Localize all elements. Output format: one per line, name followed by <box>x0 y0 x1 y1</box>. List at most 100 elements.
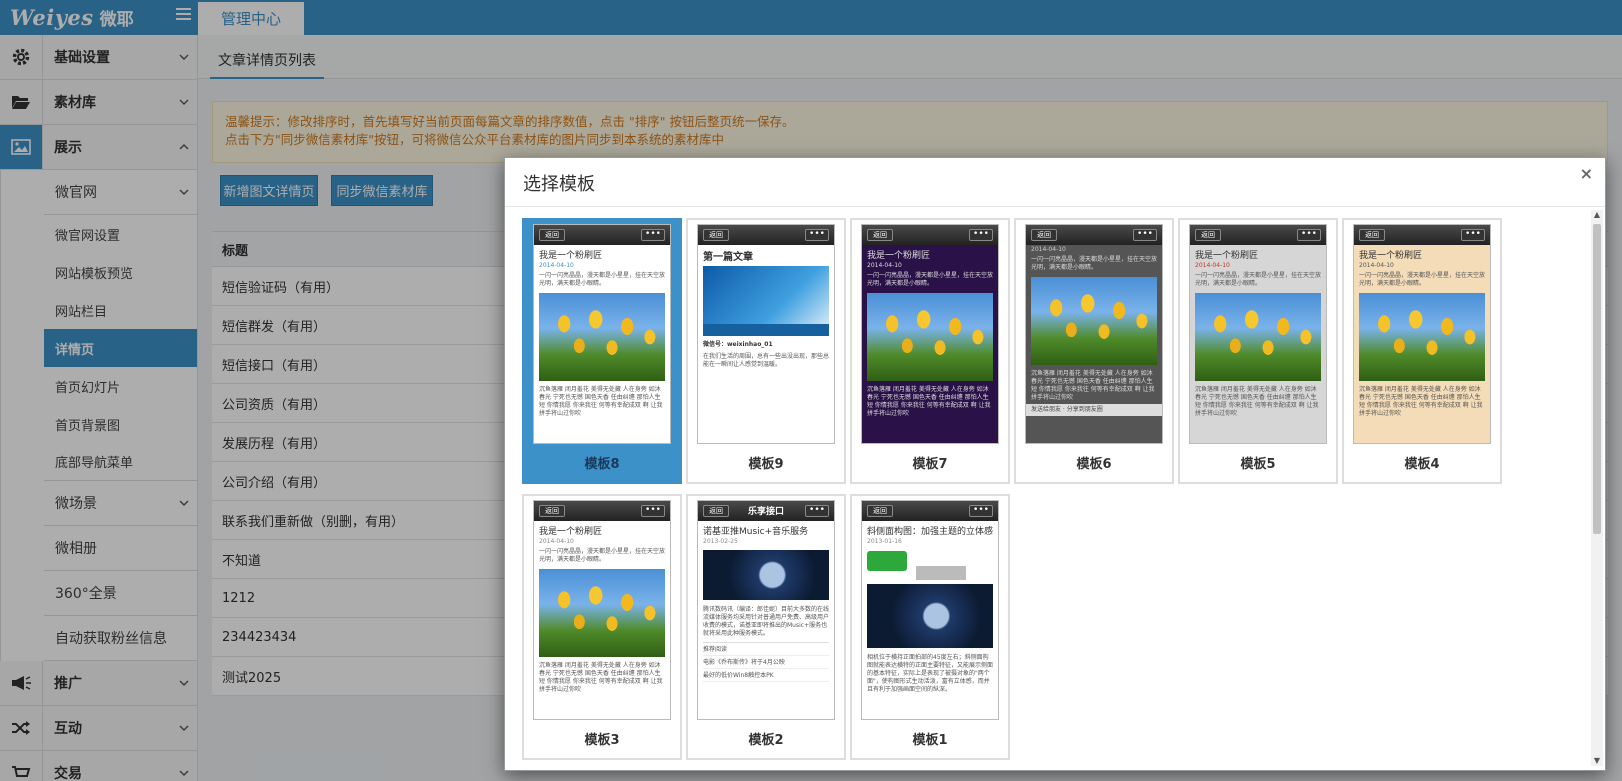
tulip-image <box>1195 293 1321 381</box>
more-icon: ••• <box>969 229 993 241</box>
modal-title: 选择模板 <box>523 174 595 195</box>
preview-title: 诺基亚推Music+音乐服务 <box>703 527 809 537</box>
back-button: 返回 <box>1359 229 1385 241</box>
preview-date: 2013-01-16 <box>867 538 902 545</box>
share-circle-label: 分享到朋友圈 <box>1066 406 1103 413</box>
template-label: 模板7 <box>912 457 948 472</box>
list-item: 最好的低价Win8触控本PK <box>703 669 829 682</box>
preview-text: 沉鱼落雁 闭月羞花 美得无处藏 人在身旁 如沐春光 宁死也无憾 国色天香 任由纠… <box>1359 386 1483 417</box>
template-label: 模板5 <box>1240 457 1276 472</box>
more-icon: ••• <box>641 229 665 241</box>
template-preview: 返回 ••• 2014-04-10 一闪一闪亮晶晶，漫天都是小星星，挂在天空放光明… <box>1025 224 1163 444</box>
template-label: 模板1 <box>912 733 948 748</box>
back-button: 返回 <box>1195 229 1221 241</box>
template-card-6[interactable]: 返回 ••• 2014-04-10 一闪一闪亮晶晶，漫天都是小星星，挂在天空放光明… <box>1014 218 1174 484</box>
back-button: 返回 <box>703 229 729 241</box>
close-icon[interactable]: × <box>1580 164 1593 183</box>
template-card-4[interactable]: 返回 ••• 我是一个粉刷匠 2014-04-10 一闪一闪亮晶晶，漫天都是小星星… <box>1342 218 1502 484</box>
template-card-8[interactable]: 返回 ••• 我是一个粉刷匠 2014-04-10 一闪一闪亮晶晶，漫天都是小星星… <box>522 218 682 484</box>
more-icon: ••• <box>805 229 829 241</box>
preview-date: 2014-04-10 <box>539 538 574 545</box>
preview-date: 2014-04-10 <box>1195 262 1230 269</box>
tulip-image <box>539 569 665 657</box>
preview-text: 沉鱼落雁 闭月羞花 美得无处藏 人在身旁 如沐春光 宁死也无憾 国色天香 任由纠… <box>1195 386 1319 417</box>
list-item: 电影《乔布斯传》将于4月公映 <box>703 656 829 669</box>
template-label: 模板3 <box>584 733 620 748</box>
template-preview: 返回 ••• 我是一个粉刷匠 2014-04-10 一闪一闪亮晶晶，漫天都是小星星… <box>861 224 999 444</box>
scroll-down-icon[interactable]: ▼ <box>1592 756 1602 766</box>
preview-text: 在我们生活的周围，总有一些出没出现，那些总能在一瞬间让人感觉到温暖。 <box>703 353 830 368</box>
preview-text: 一闪一闪亮晶晶，漫天都是小星星，挂在天空放光明，满天都是小眼睛。 <box>867 272 994 287</box>
more-icon: ••• <box>1297 229 1321 241</box>
preview-title: 第一篇文章 <box>703 252 753 263</box>
template-card-5[interactable]: 返回 ••• 我是一个粉刷匠 2014-04-10 一闪一闪亮晶晶，漫天都是小星星… <box>1178 218 1338 484</box>
more-icon: ••• <box>805 505 829 517</box>
preview-text: 一闪一闪亮晶晶，漫天都是小星星，挂在天空放光明，满天都是小眼睛。 <box>1031 256 1158 271</box>
back-button: 返回 <box>539 229 565 241</box>
preview-title: 我是一个粉刷匠 <box>539 251 603 261</box>
scroll-thumb[interactable] <box>1593 224 1601 534</box>
more-icon: ••• <box>1133 229 1157 241</box>
preview-date: 2014-04-10 <box>867 262 902 269</box>
preview-text: 一闪一闪亮晶晶，漫天都是小星星，挂在天空放光明，满天都是小眼睛。 <box>1359 272 1486 287</box>
back-button: 返回 <box>1031 229 1057 241</box>
modal-scrollbar[interactable]: ▲ ▼ <box>1591 210 1603 766</box>
preview-text: 相机位于横持正面拍部的45度左右；斜侧面构图就能表达横特的正面主要特征，又能展示… <box>867 654 994 693</box>
follow-badge <box>867 551 907 571</box>
preview-text: 沉鱼落雁 闭月羞花 美得无处藏 人在身旁 如沐春光 宁死也无憾 国色天香 任由纠… <box>539 662 663 693</box>
select-template-modal: 选择模板 × 返回 ••• 我是一个粉刷匠 2014-04-10 一闪一闪亮晶晶，… <box>504 157 1606 771</box>
template-label: 模板2 <box>748 733 784 748</box>
banner-image <box>703 266 829 336</box>
music-phone-image <box>867 584 993 648</box>
share-friend-label: 发送给朋友 <box>1031 406 1062 413</box>
recommended-heading: 推荐阅读 <box>703 643 829 656</box>
template-preview: 返回 乐享接口 ••• 诺基亚推Music+音乐服务 2013-02-25 腾讯数码… <box>697 500 835 720</box>
template-card-7[interactable]: 返回 ••• 我是一个粉刷匠 2014-04-10 一闪一闪亮晶晶，漫天都是小星星… <box>850 218 1010 484</box>
preview-title: 我是一个粉刷匠 <box>867 251 931 261</box>
preview-title: 我是一个粉刷匠 <box>1359 251 1423 261</box>
preview-account: 微信号：weixinhao_01 <box>703 341 773 348</box>
more-icon: ••• <box>969 505 993 517</box>
template-label: 模板9 <box>748 457 784 472</box>
modal-header: 选择模板 × <box>505 158 1605 207</box>
preview-text: 沉鱼落雁 闭月羞花 美得无处藏 人在身旁 如沐春光 宁死也无憾 国色天香 任由纠… <box>1031 370 1155 401</box>
share-bar: 发送给朋友 · 分享到朋友圈 <box>1026 404 1162 416</box>
preview-text: 腾讯数码讯（编译：郎佳妮）目前大多数的在线流媒体服务均采用针对普通用户免费、高级… <box>703 606 830 637</box>
tulip-image <box>539 293 665 381</box>
preview-title: 我是一个粉刷匠 <box>1195 251 1259 261</box>
preview-date: 2014-04-10 <box>539 262 574 269</box>
preview-text: 沉鱼落雁 闭月羞花 美得无处藏 人在身旁 如沐春光 宁死也无憾 国色天香 任由纠… <box>539 386 663 417</box>
preview-title: 斜侧面构图：加强主题的立体感 <box>867 527 994 537</box>
template-card-1[interactable]: 返回 ••• 斜侧面构图：加强主题的立体感 2013-01-16 相机位于横持正面… <box>850 494 1010 760</box>
template-card-2[interactable]: 返回 乐享接口 ••• 诺基亚推Music+音乐服务 2013-02-25 腾讯数码… <box>686 494 846 760</box>
preview-text: 一闪一闪亮晶晶，漫天都是小星星，挂在天空放光明，满天都是小眼睛。 <box>539 548 666 563</box>
preview-date: 2014-04-10 <box>1031 246 1066 253</box>
template-grid: 返回 ••• 我是一个粉刷匠 2014-04-10 一闪一闪亮晶晶，漫天都是小星星… <box>522 218 1582 768</box>
scroll-up-icon[interactable]: ▲ <box>1592 210 1602 220</box>
back-button: 返回 <box>867 229 893 241</box>
template-preview: 返回 ••• 我是一个粉刷匠 2014-04-10 一闪一闪亮晶晶，漫天都是小星星… <box>1189 224 1327 444</box>
more-icon: ••• <box>641 505 665 517</box>
preview-text: 沉鱼落雁 闭月羞花 美得无处藏 人在身旁 如沐春光 宁死也无憾 国色天香 任由纠… <box>867 386 991 417</box>
template-label: 模板6 <box>1076 457 1112 472</box>
template-card-3[interactable]: 返回 ••• 我是一个粉刷匠 2014-04-10 一闪一闪亮晶晶，漫天都是小星星… <box>522 494 682 760</box>
preview-text: 一闪一闪亮晶晶，漫天都是小星星，挂在天空放光明，满天都是小眼睛。 <box>1195 272 1322 287</box>
more-icon: ••• <box>1461 229 1485 241</box>
recommended-list: 推荐阅读 电影《乔布斯传》将于4月公映 最好的低价Win8触控本PK <box>703 642 829 682</box>
tulip-image <box>867 293 993 381</box>
template-preview: 返回 ••• 我是一个粉刷匠 2014-04-10 一闪一闪亮晶晶，漫天都是小星星… <box>533 224 671 444</box>
template-preview: 返回 ••• 第一篇文章 微信号：weixinhao_01 在我们生活的周围，总有… <box>697 224 835 444</box>
preview-text: 一闪一闪亮晶晶，漫天都是小星星，挂在天空放光明，满天都是小眼睛。 <box>539 272 666 287</box>
preview-date: 2013-02-25 <box>703 538 738 545</box>
music-phone-image <box>703 550 829 600</box>
preview-title: 我是一个粉刷匠 <box>539 527 603 537</box>
tulip-image <box>1031 277 1157 365</box>
template-card-9[interactable]: 返回 ••• 第一篇文章 微信号：weixinhao_01 在我们生活的周围，总有… <box>686 218 846 484</box>
blurred-account <box>916 565 966 580</box>
back-button: 返回 <box>867 505 893 517</box>
template-label: 模板8 <box>584 457 620 472</box>
template-preview: 返回 ••• 我是一个粉刷匠 2014-04-10 一闪一闪亮晶晶，漫天都是小星星… <box>533 500 671 720</box>
preview-date: 2014-04-10 <box>1359 262 1394 269</box>
template-preview: 返回 ••• 斜侧面构图：加强主题的立体感 2013-01-16 相机位于横持正面… <box>861 500 999 720</box>
back-button: 返回 <box>539 505 565 517</box>
